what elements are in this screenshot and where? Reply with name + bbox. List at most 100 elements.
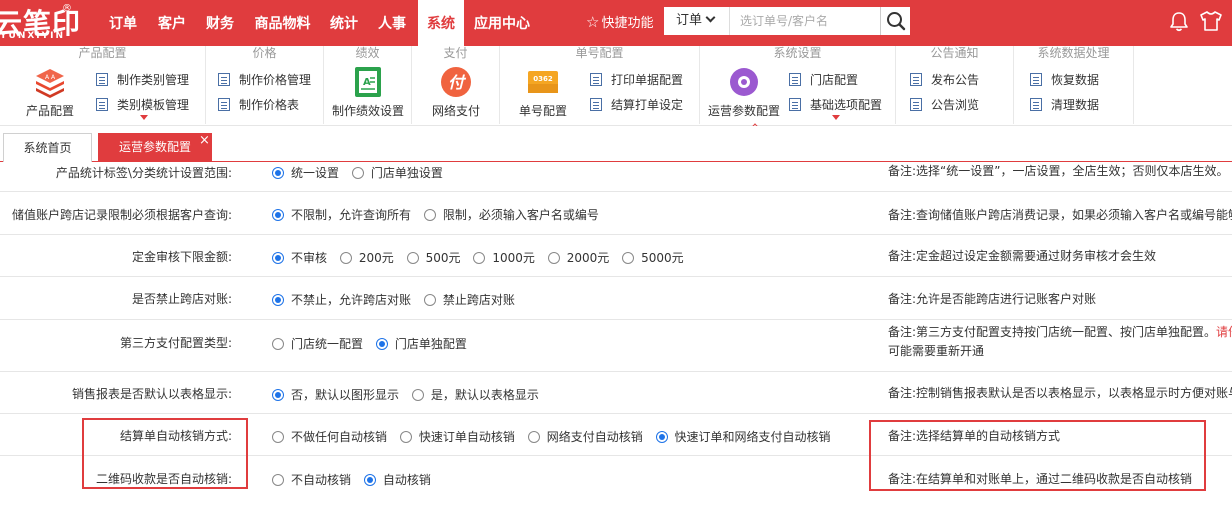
print-document-config-button[interactable]: 打印单据配置 [590,71,683,89]
tab-operation-params[interactable]: 运营参数配置 [98,133,212,162]
radio-button[interactable] [272,294,284,306]
restore-data-button[interactable]: 恢复数据 [1030,71,1099,89]
browse-notice-button[interactable]: 公告浏览 [910,96,979,114]
number-config-button[interactable]: 0362 单号配置 [514,65,572,119]
product-config-button[interactable]: A A 产品配置 [22,65,78,119]
document-icon [910,73,922,86]
radio-option[interactable]: 不做任何自动核销 [272,428,387,445]
setting-row: 销售报表是否默认以表格显示: 否，默认以图形显示 是，默认以表格显示 备注:控制… [0,372,1232,414]
nav-products[interactable]: 商品物料 [245,0,320,46]
group-title: 单号配置 [575,46,624,60]
basic-options-button[interactable]: 基础选项配置 [789,96,882,114]
radio-option[interactable]: 不限制，允许查询所有 [272,206,411,223]
setting-label: 销售报表是否默认以表格显示: [71,387,232,401]
document-icon [789,73,801,86]
radio-button[interactable] [375,338,388,350]
dropdown-caret-icon[interactable] [832,115,840,120]
radio-button[interactable] [527,431,540,443]
close-tab-icon[interactable]: × [199,133,210,148]
performance-settings-button[interactable]: A 制作绩效设置 [326,65,410,119]
radio-option[interactable]: 限制，必须输入客户名或编号 [423,206,599,223]
radio-button[interactable] [272,209,284,221]
radio-button[interactable] [473,252,486,264]
radio-button[interactable] [622,252,635,264]
radio-button[interactable] [351,167,364,179]
radio-option[interactable]: 不自动核销 [272,471,351,488]
publish-notice-button[interactable]: 发布公告 [910,71,979,89]
tab-system-home[interactable]: 系统首页 [3,133,92,162]
radio-option[interactable]: 门店单独设置 [351,164,443,181]
radio-button[interactable] [655,431,668,443]
clear-data-button[interactable]: 清理数据 [1030,96,1099,114]
app-logo[interactable]: 云笔印 ® YUNXIYIN [0,0,92,46]
radio-button[interactable] [406,252,419,264]
radio-option[interactable]: 不禁止，允许跨店对账 [272,291,411,308]
nav-customer[interactable]: 客户 [149,0,195,46]
radio-option[interactable]: 否，默认以图形显示 [272,386,399,403]
settlement-print-button[interactable]: 结算打单设定 [590,96,683,114]
document-icon [218,73,230,86]
radio-option[interactable]: 门店统一配置 [272,335,363,352]
radio-option[interactable]: 500元 [406,249,460,266]
radio-option[interactable]: 网络支付自动核销 [527,428,643,445]
radio-option[interactable]: 1000元 [473,249,535,266]
category-manage-button[interactable]: 制作类别管理 [96,71,189,89]
price-manage-button[interactable]: 制作价格管理 [218,71,311,89]
search-type-select[interactable]: 订单 [664,7,730,35]
nav-order[interactable]: 订单 [97,0,149,46]
setting-options: 不限制，允许查询所有 限制，必须输入客户名或编号 [272,206,608,223]
radio-option[interactable]: 快速订单和网络支付自动核销 [655,428,831,445]
payment-icon: 付 [441,67,471,97]
radio-button[interactable] [411,389,424,401]
setting-row: 储值账户跨店记录限制必须根据客户查询: 不限制，允许查询所有 限制，必须输入客户… [0,192,1232,235]
radio-option[interactable]: 200元 [339,249,394,266]
radio-option[interactable]: 是，默认以表格显示 [411,386,539,403]
radio-button[interactable] [339,252,352,264]
online-payment-button[interactable]: 付 网络支付 [424,65,488,119]
operation-params-button[interactable]: 运营参数配置 [704,65,784,119]
search-button[interactable] [880,7,910,35]
radio-option[interactable]: 5000元 [622,249,684,266]
radio-option[interactable]: 不审核 [272,249,327,266]
dropdown-caret-icon[interactable] [140,115,148,120]
search-input[interactable] [730,7,880,35]
quick-functions[interactable]: ☆ 快捷功能 [586,0,653,46]
shirt-icon[interactable] [1199,10,1223,32]
radio-button[interactable] [272,167,284,179]
radio-button[interactable] [272,338,284,350]
nav-hr[interactable]: 人事 [368,0,416,46]
nav-system[interactable]: 系统 [418,0,464,46]
clear-data-label: 清理数据 [1051,98,1100,112]
setting-row: 第三方支付配置类型: 门店统一配置 门店单独配置 备注:第三方支付配置支持按门店… [0,320,1232,372]
nav-statistics[interactable]: 统计 [320,0,368,46]
category-template-button[interactable]: 类别模板管理 [96,96,189,114]
operation-params-label: 运营参数配置 [707,104,780,118]
radio-option[interactable]: 快速订单自动核销 [399,428,515,445]
bell-icon[interactable] [1168,10,1190,32]
radio-button[interactable] [272,389,284,401]
store-config-button[interactable]: 门店配置 [789,71,858,89]
radio-option[interactable]: 禁止跨店对账 [423,291,515,308]
price-table-button[interactable]: 制作价格表 [218,96,299,114]
radio-option[interactable]: 门店单独配置 [375,335,467,352]
ribbon-toolbar: 产品配置 A A 产品配置 制作类别管理 类别模板管理 价格 制作价格管理 制作… [0,46,1232,135]
option-label: 门店统一配置 [291,337,364,351]
radio-button[interactable] [399,431,412,443]
ribbon-group-product: 产品配置 A A 产品配置 制作类别管理 类别模板管理 [0,46,206,124]
radio-button[interactable] [423,294,436,306]
radio-option[interactable]: 2000元 [547,249,609,266]
radio-button[interactable] [272,252,284,264]
ribbon-group-payment: 支付 付 网络支付 [412,46,500,124]
product-config-label: 产品配置 [25,104,74,118]
radio-button[interactable] [272,431,284,443]
radio-option[interactable]: 统一设置 [272,164,339,181]
radio-button[interactable] [423,209,436,221]
radio-option[interactable]: 自动核销 [363,471,431,488]
radio-button[interactable] [363,474,376,486]
radio-button[interactable] [547,252,560,264]
nav-finance[interactable]: 财务 [195,0,245,46]
nav-app-center[interactable]: 应用中心 [464,0,540,46]
radio-button[interactable] [272,474,284,486]
restore-data-label: 恢复数据 [1051,73,1100,87]
option-label: 1000元 [492,251,535,265]
